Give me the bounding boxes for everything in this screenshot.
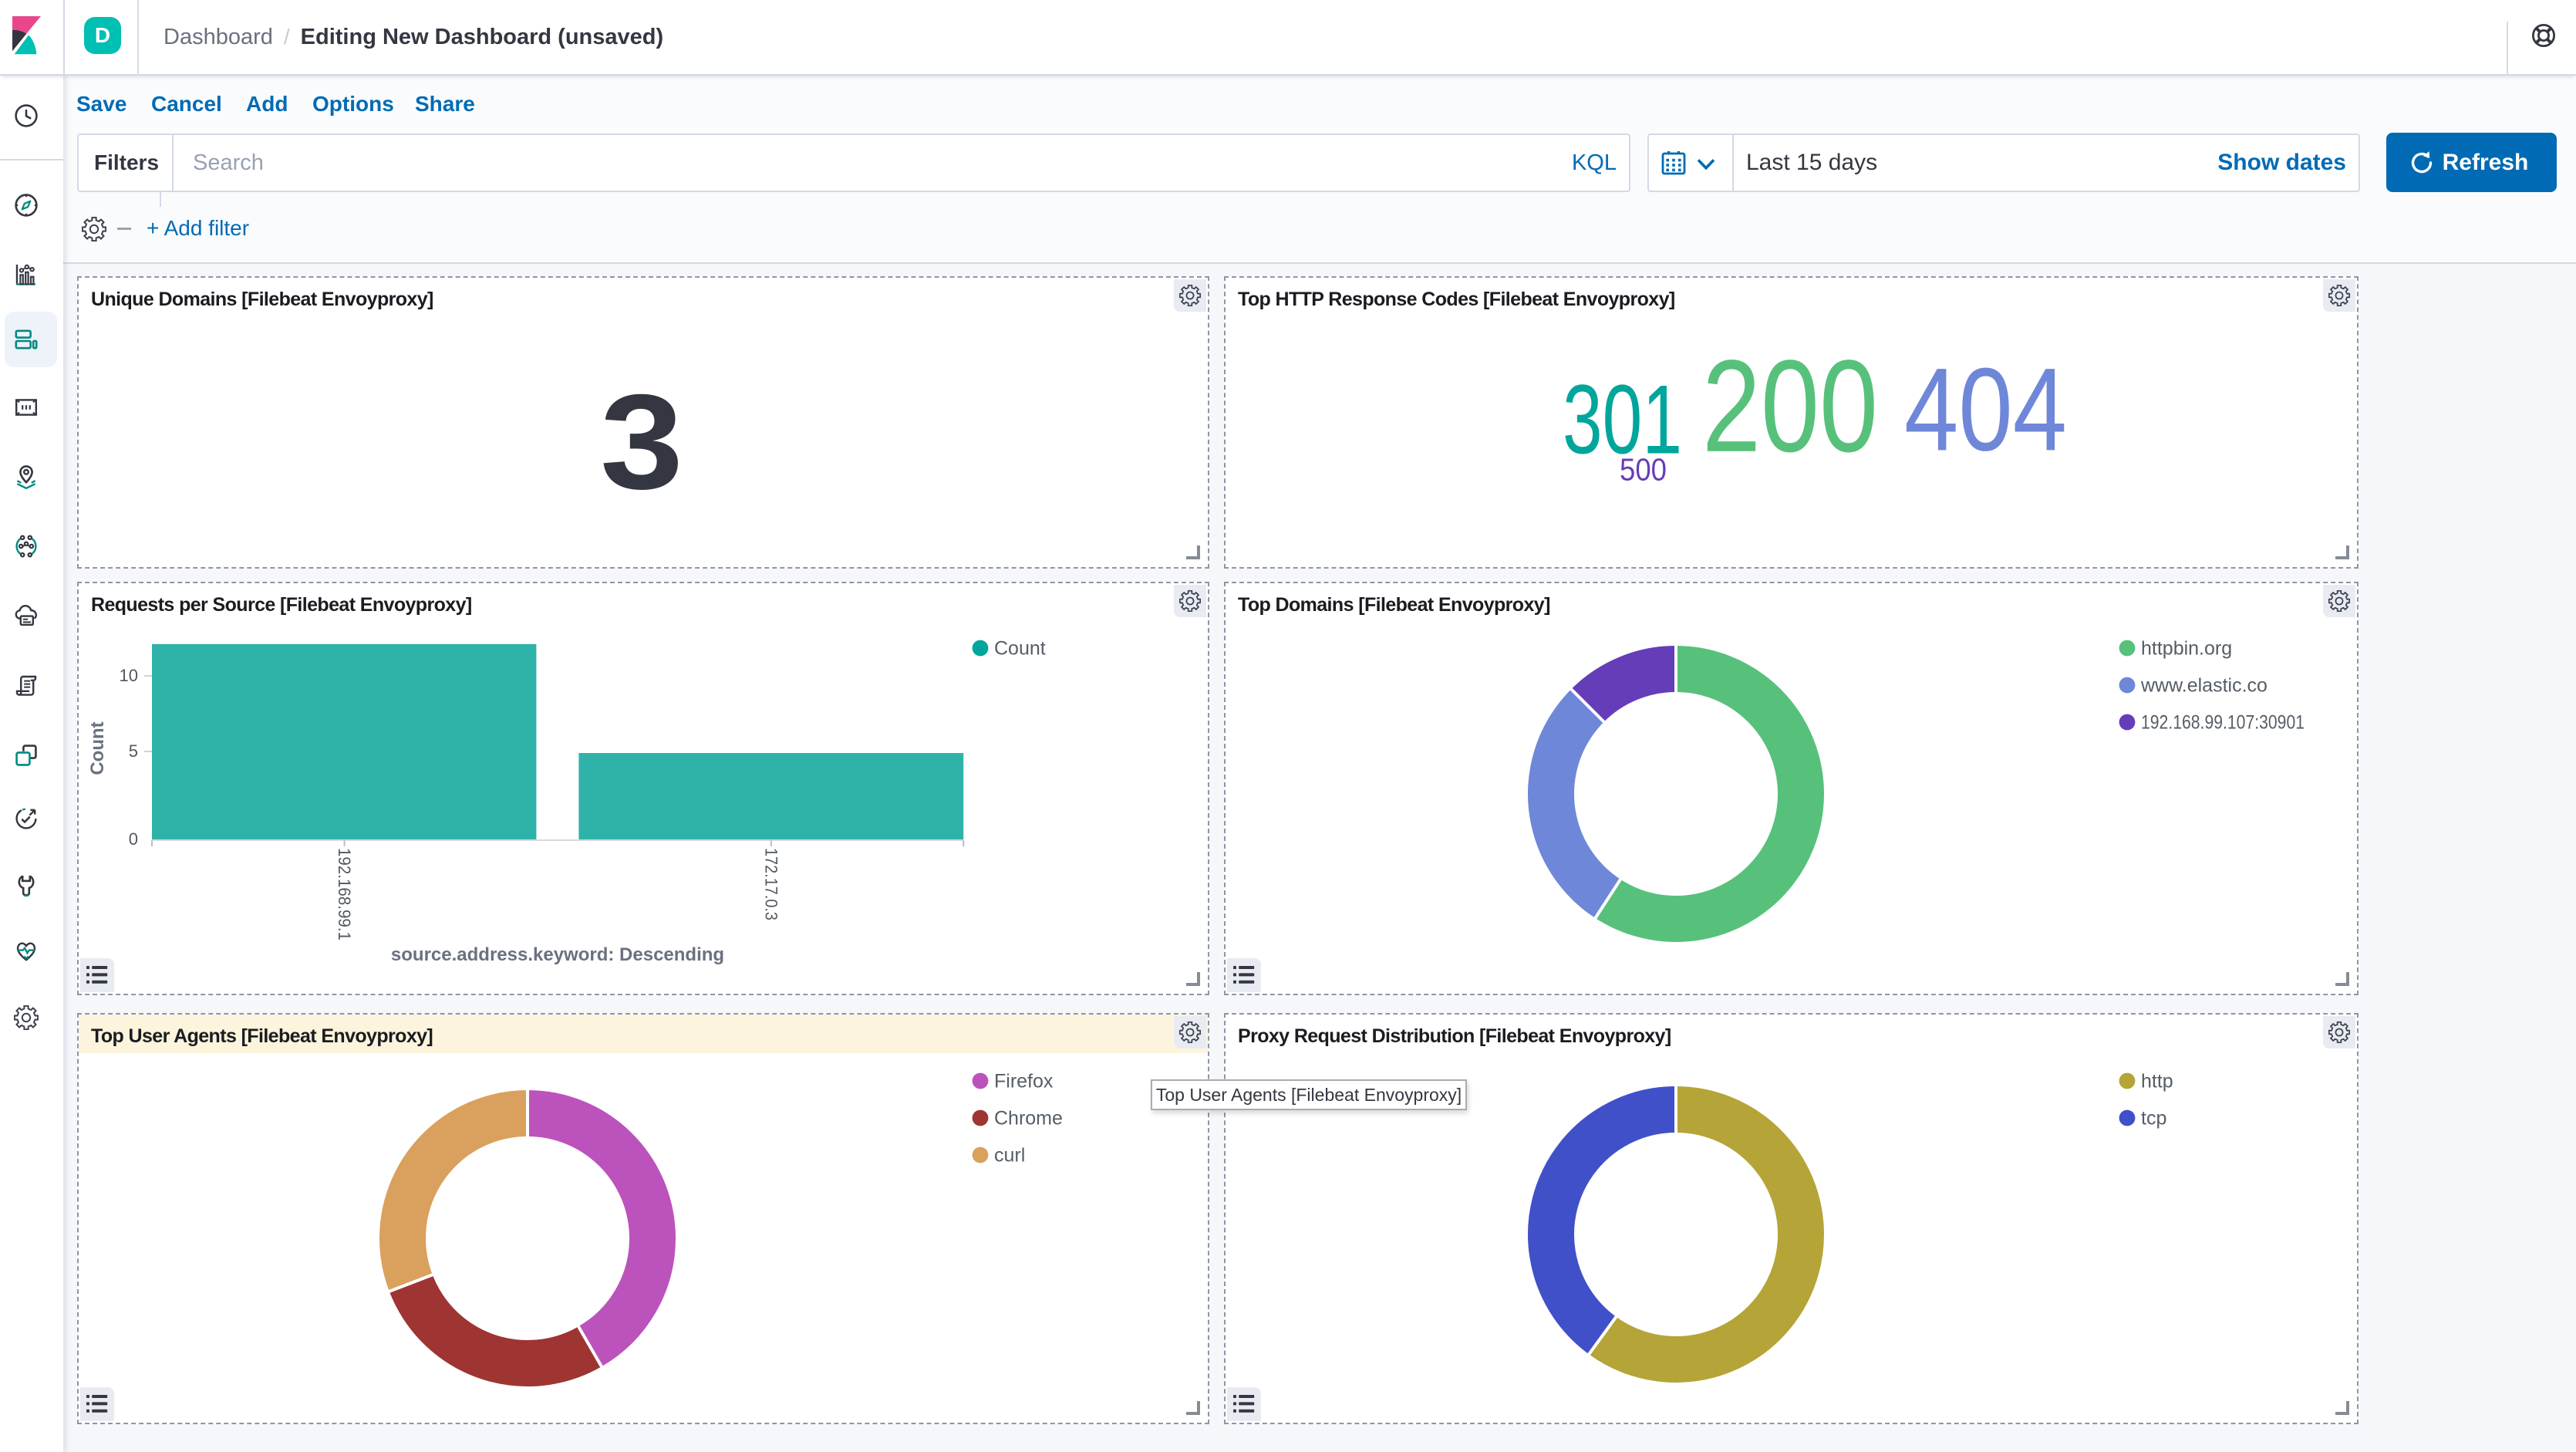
svg-text:10: 10 [120,666,138,685]
svg-text:httpbin.org: httpbin.org [2141,637,2232,659]
svg-text:500: 500 [1620,451,1667,487]
svg-text:192.168.99.1: 192.168.99.1 [335,848,354,940]
svg-text:200: 200 [1702,333,1878,480]
svg-text:www.elastic.co: www.elastic.co [2140,674,2267,696]
svg-text:Chrome: Chrome [994,1107,1063,1129]
svg-text:Count: Count [87,721,108,775]
svg-text:192.168.99.107:30901: 192.168.99.107:30901 [2141,711,2305,733]
svg-text:curl: curl [994,1144,1025,1166]
svg-text:404: 404 [1904,343,2067,475]
svg-text:3: 3 [600,367,683,518]
svg-text:tcp: tcp [2141,1107,2166,1129]
svg-text:172.17.0.3: 172.17.0.3 [762,848,781,920]
svg-text:Firefox: Firefox [994,1070,1054,1092]
svg-text:0: 0 [129,829,138,849]
svg-text:http: http [2141,1070,2173,1092]
svg-text:Count: Count [994,637,1046,659]
svg-text:5: 5 [129,741,138,761]
svg-text:source.address.keyword: Descen: source.address.keyword: Descending [391,944,724,965]
